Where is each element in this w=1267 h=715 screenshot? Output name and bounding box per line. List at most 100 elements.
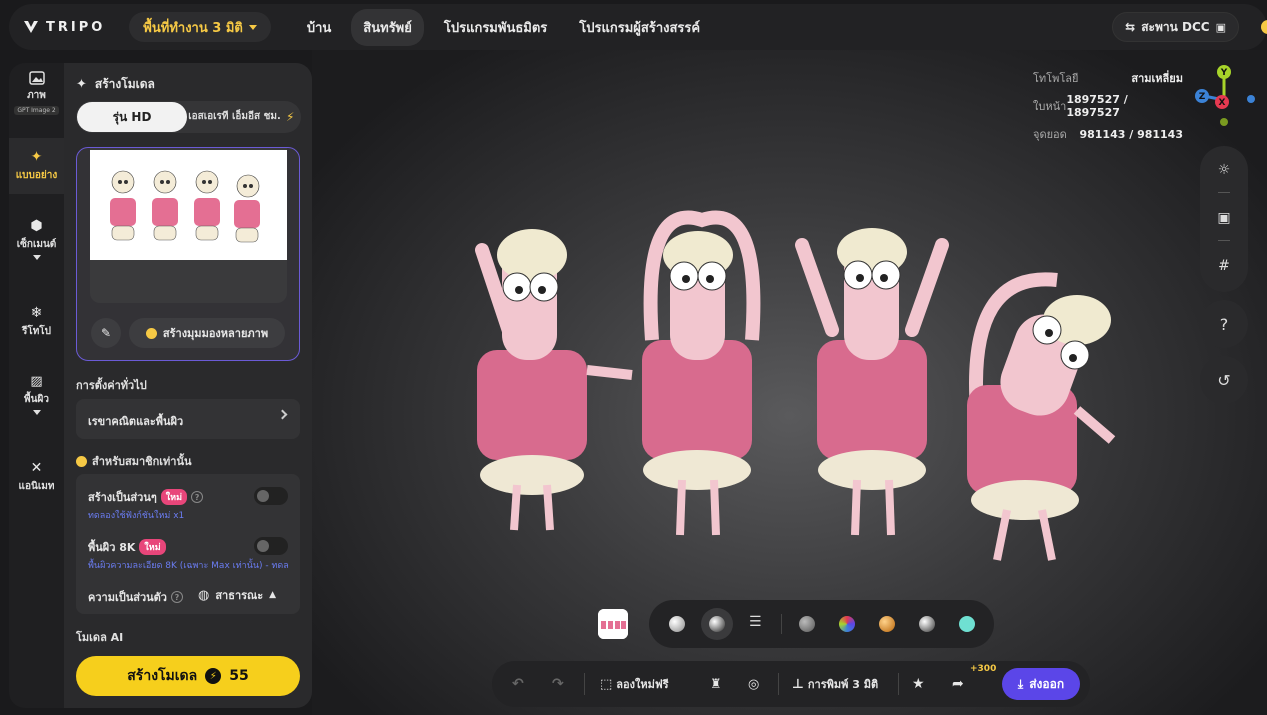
generate-model-button[interactable]: สร้างโมเดล ⚡ 55	[76, 656, 300, 696]
help-icon[interactable]: ?	[170, 591, 183, 603]
divider	[778, 673, 779, 695]
workspace-dropdown[interactable]: พื้นที่ทำงาน 3 มิติ	[129, 12, 271, 42]
3d-viewport[interactable]: โทโพโลยี สามเหลี่ยม ใบหน้า 1897527 / 189…	[312, 50, 1267, 715]
material-gray-icon[interactable]	[799, 616, 815, 632]
privacy-row: ความเป็นส่วนตัว ?	[88, 588, 183, 606]
share-icon[interactable]: ➦	[952, 661, 964, 707]
export-button[interactable]: ⤓ ส่งออก	[1002, 668, 1080, 700]
rail-item-animate[interactable]: ✕ แอนิเมท	[9, 460, 64, 494]
image-icon	[28, 71, 45, 85]
sparkle-icon: ✦	[76, 77, 87, 92]
sheep-2	[642, 210, 761, 536]
model-badge: GPT Image 2	[14, 106, 59, 115]
grid-icon[interactable]: #	[1214, 256, 1234, 276]
parts-toggle[interactable]	[254, 487, 288, 505]
nav-partner-program[interactable]: โปรแกรมพันธมิตร	[432, 9, 559, 46]
tripo-logo-icon	[24, 21, 38, 33]
tab-hd[interactable]: รุ่น HD	[77, 102, 187, 132]
axis-gizmo[interactable]: Y Z X	[1192, 64, 1262, 128]
camera-icon[interactable]: ▣	[1214, 208, 1234, 228]
material-teal-icon[interactable]	[959, 616, 975, 632]
mesh-stats: โทโพโลยี สามเหลี่ยม ใบหน้า 1897527 / 189…	[1033, 64, 1183, 148]
parts-label: สร้างเป็นส่วนๆ	[88, 491, 157, 504]
model-thumbnail[interactable]	[598, 609, 628, 639]
quality-segmented-control: รุ่น HD เอสเอเรที เอ็มอีส ชม. ⚡	[76, 101, 301, 133]
chevron-down-icon	[248, 24, 257, 30]
reference-image[interactable]	[90, 150, 287, 260]
rail-label-segment: เซ็กเมนต์	[16, 239, 57, 250]
stat-value: สามเหลี่ยม	[1131, 72, 1183, 85]
credits-coin-icon[interactable]	[1261, 20, 1267, 34]
texture8k-note: พื้นผิวความละเอียด 8K (เฉพาะ Max เท่านั้…	[88, 561, 289, 571]
general-settings-heading: การตั้งค่าทั่วไป	[76, 379, 147, 392]
help-button[interactable]: ?	[1200, 300, 1248, 348]
3d-model-render[interactable]	[452, 190, 1152, 590]
dcc-bridge-button[interactable]: ⇆ สะพาน DCC ▣	[1112, 12, 1239, 42]
multi-view-label: สร้างมุมมองหลายภาพ	[162, 327, 269, 340]
rail-label-retopo: รีโทโป	[21, 326, 52, 337]
light-icon[interactable]: ☼	[1214, 160, 1234, 180]
logo[interactable]: TRIPO	[23, 19, 105, 35]
material-normal-icon[interactable]	[709, 616, 725, 632]
sheep-1	[475, 229, 633, 531]
undo-icon[interactable]: ↶	[512, 661, 524, 707]
stat-key: ใบหน้า	[1033, 100, 1067, 113]
parts-row: สร้างเป็นส่วนๆ ใหม่ ?	[88, 488, 204, 506]
retry-free-button[interactable]: ⬚ ลองใหม่ฟรี	[600, 661, 669, 707]
material-rainbow-icon[interactable]	[839, 616, 855, 632]
stat-faces: ใบหน้า 1897527 / 1897527	[1033, 92, 1183, 120]
help-icon[interactable]: ?	[191, 491, 204, 503]
star-icon[interactable]: ★	[912, 661, 925, 707]
axis-z-label: Z	[1199, 92, 1206, 102]
nav-creator-program[interactable]: โปรแกรมผู้สร้างสรรค์	[567, 9, 712, 46]
rail-item-model[interactable]: ✦ แบบอย่าง	[9, 138, 64, 194]
privacy-label: ความเป็นส่วนตัว	[88, 591, 167, 604]
print-3d-label: การพิมพ์ 3 มิติ	[807, 678, 879, 691]
planet-icon[interactable]: ◎	[748, 661, 759, 707]
rail-item-texture[interactable]: ▨ พื้นผิว	[9, 374, 64, 415]
material-clay-icon[interactable]	[669, 616, 685, 632]
multi-view-button[interactable]: สร้างมุมมองหลายภาพ	[129, 318, 285, 348]
viewport-tools: ☼ ▣ #	[1200, 146, 1248, 292]
edit-image-button[interactable]: ✎	[91, 318, 121, 348]
stat-key: โทโพโลยี	[1033, 72, 1079, 85]
privacy-select[interactable]: ◍ สาธารณะ ▲	[198, 586, 276, 604]
tab-smart-mesh[interactable]: เอสเอเรที เอ็มอีส ชม.	[187, 110, 282, 124]
nav-home[interactable]: บ้าน	[295, 9, 343, 46]
rail-item-image[interactable]: ภาพ GPT Image 2	[9, 71, 64, 115]
create-model-panel: ✦ สร้างโมเดล รุ่น HD เอสเอเรที เอ็มอีส ช…	[64, 63, 312, 708]
members-only-label: สำหรับสมาชิกเท่านั้น	[92, 455, 192, 468]
rail-item-retopo[interactable]: ❄ รีโทโป	[9, 305, 64, 339]
retopo-icon: ❄	[30, 305, 43, 321]
crown-coin-icon	[76, 455, 87, 467]
stat-vertices: จุดยอด 981143 / 981143	[1033, 120, 1183, 148]
thumbnail-image	[598, 609, 628, 639]
material-gold-icon[interactable]	[879, 616, 895, 632]
redo-icon[interactable]: ↷	[552, 661, 564, 707]
image-preview-card: ✎ สร้างมุมมองหลายภาพ	[76, 147, 300, 361]
new-badge: ใหม่	[160, 489, 188, 505]
rail-label-animate: แอนิเมท	[18, 481, 55, 492]
dcc-label: สะพาน DCC	[1141, 19, 1210, 34]
bolt-icon: ⚡	[205, 668, 222, 684]
panel-header: ✦ สร้างโมเดล	[76, 75, 155, 94]
printer-icon: ⊥	[792, 676, 804, 692]
history-button[interactable]: ↺	[1200, 356, 1248, 404]
sliders-icon[interactable]: ☰	[749, 614, 762, 630]
divider	[1218, 192, 1230, 193]
axis-y-label: Y	[1220, 68, 1228, 78]
members-only-heading: สำหรับสมาชิกเท่านั้น	[76, 452, 192, 470]
print-3d-button[interactable]: ⊥ การพิมพ์ 3 มิติ	[792, 661, 878, 707]
privacy-value: สาธารณะ	[215, 589, 264, 602]
gift-icon[interactable]: ♜	[710, 661, 722, 707]
texture8k-toggle[interactable]	[254, 537, 288, 555]
download-icon: ⤓	[1017, 676, 1024, 691]
generate-cost: 55	[229, 668, 249, 684]
rail-item-segment[interactable]: ⬢ เซ็กเมนต์	[9, 218, 64, 260]
geometry-texture-row[interactable]: เรขาคณิตและพื้นผิว	[76, 399, 300, 439]
material-chrome-icon[interactable]	[919, 616, 935, 632]
export-label: ส่งออก	[1029, 676, 1065, 691]
divider	[781, 614, 782, 634]
divider	[1218, 240, 1230, 241]
nav-assets[interactable]: สินทรัพย์	[351, 8, 424, 46]
